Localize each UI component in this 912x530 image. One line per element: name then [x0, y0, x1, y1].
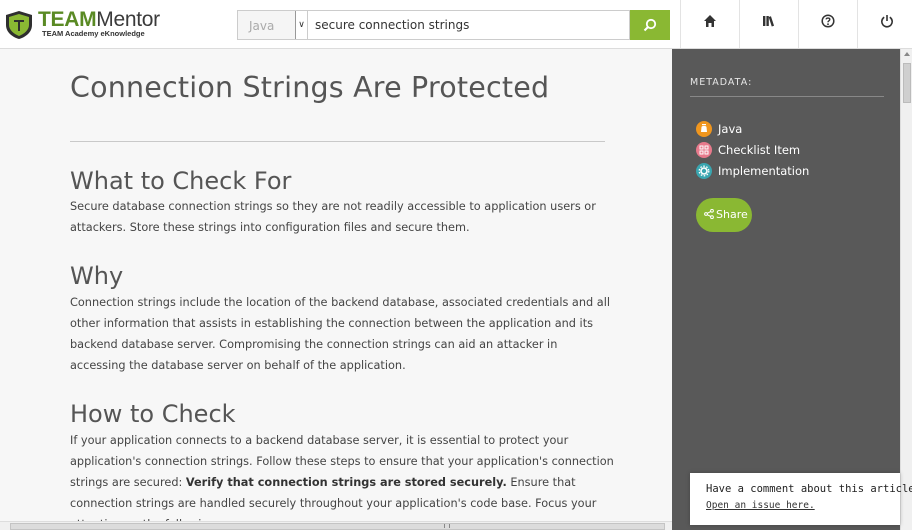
metadata-item-label: Java [718, 122, 743, 136]
share-button-label: Share [716, 208, 748, 221]
search-icon [643, 18, 657, 32]
shield-logo-icon [6, 11, 32, 39]
comment-question: Have a comment about this article? [706, 483, 912, 495]
article-content: Connection Strings Are Protected What to… [0, 49, 672, 521]
metadata-sidebar: METADATA: Java Checklist Item Implementa… [672, 49, 900, 530]
horizontal-scroll-thumb[interactable] [10, 523, 665, 530]
home-button[interactable] [680, 0, 739, 48]
library-icon [763, 16, 775, 27]
power-icon [881, 15, 893, 28]
logout-button[interactable] [857, 0, 912, 48]
vertical-scroll-thumb[interactable] [903, 63, 911, 103]
open-issue-link[interactable]: Open an issue here. [706, 500, 815, 511]
comment-prompt: Have a comment about this article? Open … [690, 473, 912, 525]
vertical-scrollbar[interactable] [900, 49, 912, 530]
chevron-down-icon[interactable]: ∨ [295, 11, 307, 39]
section-paragraph-what-to-check: Secure database connection strings so th… [70, 200, 596, 234]
section-paragraph-why: Connection strings include the location … [70, 296, 610, 372]
language-select-value: Java [249, 19, 275, 33]
metadata-item-label: Implementation [718, 164, 810, 178]
metadata-divider [690, 96, 884, 97]
checklist-icon [696, 142, 712, 158]
section-heading-what-to-check: What to Check For [70, 167, 292, 195]
language-select[interactable]: Java ∨ [237, 10, 308, 40]
metadata-item-label: Checklist Item [718, 143, 801, 157]
share-button[interactable]: Share [696, 198, 752, 232]
brand-tagline: TEAM Academy eKnowledge [42, 29, 145, 38]
help-icon [821, 14, 835, 28]
title-divider [70, 141, 605, 142]
emphasis-verify: Verify that connection strings are store… [185, 476, 507, 489]
java-icon [696, 121, 712, 137]
home-icon [704, 15, 716, 27]
share-icon [704, 209, 714, 219]
section-heading-why: Why [70, 262, 124, 290]
search-button[interactable] [630, 10, 670, 40]
metadata-label: METADATA: [690, 77, 753, 88]
section-heading-how-to-check: How to Check [70, 400, 236, 428]
horizontal-scrollbar[interactable] [0, 521, 672, 530]
search-input[interactable]: secure connection strings [308, 10, 630, 40]
scroll-up-arrow-icon[interactable] [904, 52, 910, 56]
section-paragraph-how-to-check: If your application connects to a backen… [70, 434, 614, 521]
library-button[interactable] [739, 0, 798, 48]
help-button[interactable] [798, 0, 857, 48]
article-title: Connection Strings Are Protected [70, 71, 550, 104]
gear-icon [696, 163, 712, 179]
team-mentor-logo[interactable]: TEAMMentor TEAM Academy eKnowledge [4, 8, 164, 42]
top-bar: TEAMMentor TEAM Academy eKnowledge Java … [0, 0, 912, 49]
scroll-grip-icon [444, 524, 450, 528]
